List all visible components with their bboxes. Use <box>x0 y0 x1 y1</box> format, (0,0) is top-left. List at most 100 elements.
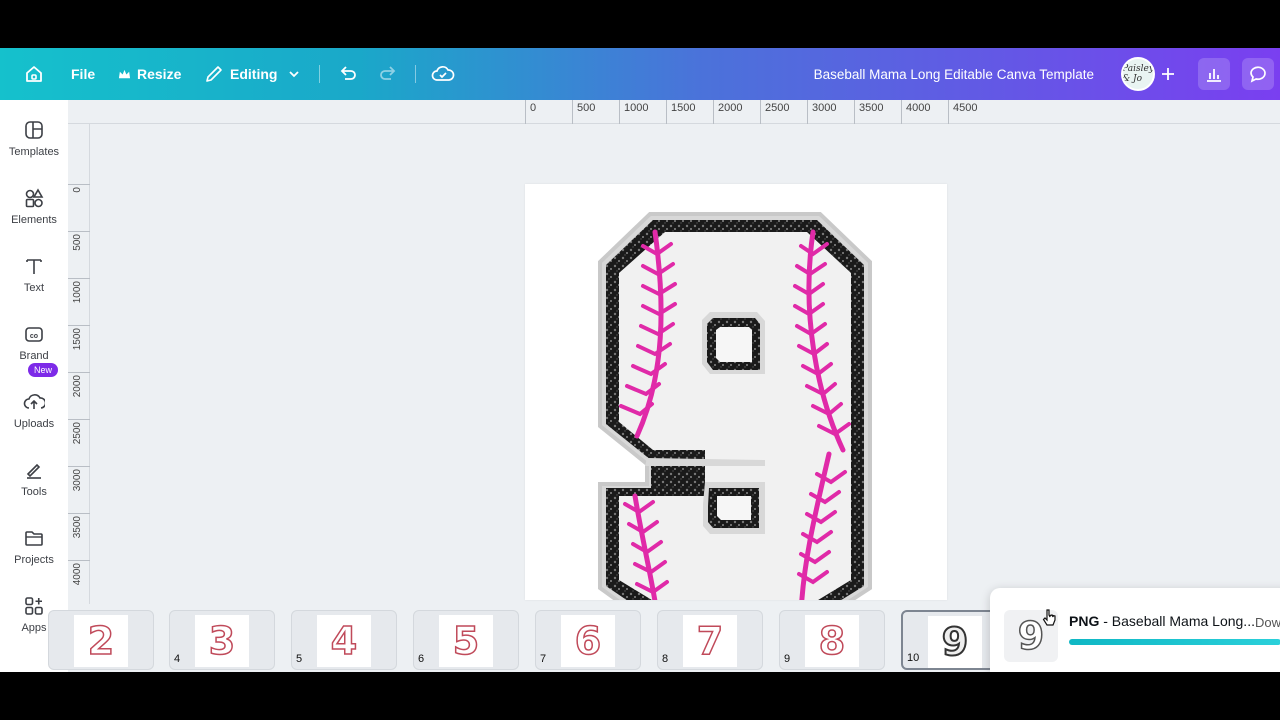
download-format: PNG <box>1069 613 1100 629</box>
ruler-tick: 3000 <box>807 100 836 124</box>
page-thumbnail[interactable]: 2 <box>48 610 154 670</box>
thumbnail-preview: 2 <box>74 615 128 667</box>
mouse-cursor-icon <box>1042 609 1056 626</box>
elements-icon <box>25 188 44 208</box>
vertical-ruler: 0 500 1000 1500 2000 2500 3000 3500 4000 <box>68 124 90 604</box>
page-number: 4 <box>174 653 181 665</box>
ruler-tick: 4000 <box>68 560 90 585</box>
download-thumbnail-digit: 9 <box>1017 613 1045 659</box>
canva-editor: File Resize Editing Baseball Mama Long E… <box>0 48 1280 672</box>
thumbnail-digit: 9 <box>941 620 969 664</box>
brand-icon: co <box>25 327 43 342</box>
avatar-text: Paisley & Jo <box>1122 64 1154 84</box>
design-page[interactable] <box>525 184 947 600</box>
insights-button[interactable] <box>1198 58 1230 90</box>
sidebar-item-tools[interactable]: Tools <box>0 460 68 520</box>
page-thumbnail[interactable]: 5 6 <box>413 610 519 670</box>
bar-chart-icon <box>1207 69 1221 82</box>
page-number: 5 <box>296 653 303 665</box>
resize-button[interactable]: Resize <box>118 48 181 100</box>
undo-button[interactable] <box>337 48 359 100</box>
ruler-tick: 500 <box>572 100 595 124</box>
sidebar-item-uploads[interactable]: Uploads <box>0 392 68 452</box>
page-thumbnail[interactable]: 6 7 <box>535 610 641 670</box>
sidebar-item-projects[interactable]: Projects <box>0 528 68 588</box>
ruler-tick: 3500 <box>68 513 90 538</box>
toolbar-divider <box>415 65 416 83</box>
download-filename: - Baseball Mama Long... <box>1099 613 1255 629</box>
thumbnail-preview: 8 <box>805 615 859 667</box>
ruler-tick: 500 <box>68 231 90 251</box>
ruler-tick: 1000 <box>619 100 648 124</box>
page-number: 9 <box>784 653 791 665</box>
cloud-check-icon <box>431 66 455 81</box>
ruler-tick: 2000 <box>68 372 90 397</box>
resize-label: Resize <box>137 66 182 82</box>
baseball-number-nine-graphic[interactable] <box>525 184 947 600</box>
comment-icon <box>1250 66 1266 83</box>
sidebar-item-brand[interactable]: co Brand <box>0 324 68 384</box>
thumbnail-digit: 7 <box>696 619 724 663</box>
sidebar-item-label: Elements <box>11 214 57 226</box>
horizontal-ruler: 0 500 1000 1500 2000 2500 3000 3500 4000… <box>68 100 1280 124</box>
thumbnail-digit: 8 <box>818 619 846 663</box>
page-thumbnail[interactable]: 7 8 <box>657 610 763 670</box>
sidebar-item-label: Uploads <box>13 418 55 430</box>
page-number: 10 <box>907 652 920 664</box>
download-progress-bar <box>1069 639 1280 645</box>
save-status-button[interactable] <box>431 48 455 100</box>
svg-text:co: co <box>30 333 38 340</box>
uploads-icon <box>23 394 45 409</box>
apps-icon <box>25 597 43 615</box>
thumbnail-preview: 6 <box>561 615 615 667</box>
chevron-down-icon <box>289 71 300 78</box>
sidebar-item-label: Brand <box>19 350 49 362</box>
thumbnail-digit: 6 <box>574 619 602 663</box>
ruler-tick: 1500 <box>666 100 695 124</box>
page-number: 6 <box>418 653 425 665</box>
sidebar-item-elements[interactable]: Elements <box>0 188 68 248</box>
plus-icon <box>1162 68 1174 80</box>
sidebar-item-label: Tools <box>21 486 47 498</box>
redo-icon <box>380 66 396 80</box>
avatar[interactable]: Paisley & Jo <box>1121 57 1155 91</box>
sidebar-item-label: Apps <box>21 622 47 634</box>
download-progress-fill <box>1069 639 1280 645</box>
file-label: File <box>71 66 96 82</box>
download-title: PNG - Baseball Mama Long... <box>1069 613 1255 629</box>
file-menu[interactable]: File <box>71 48 95 100</box>
page-thumbnail[interactable]: 8 9 <box>779 610 885 670</box>
page-thumbnail[interactable]: 3 4 <box>169 610 275 670</box>
download-toast: 9 PNG - Baseball Mama Long... Dow <box>990 588 1280 672</box>
thumbnail-digit: 2 <box>87 619 115 663</box>
editing-dropdown[interactable]: Editing <box>204 48 301 100</box>
thumbnail-preview: 7 <box>683 615 737 667</box>
sidebar-item-text[interactable]: Text <box>0 256 68 316</box>
comments-button[interactable] <box>1242 58 1274 90</box>
add-collaborator-button[interactable] <box>1152 58 1184 90</box>
sidebar-item-templates[interactable]: Templates <box>0 120 68 180</box>
ruler-tick: 3500 <box>854 100 883 124</box>
thumbnail-digit: 5 <box>452 619 480 663</box>
sidebar-item-label: Text <box>23 282 45 294</box>
redo-button[interactable] <box>377 48 399 100</box>
ruler-tick: 1000 <box>68 278 90 303</box>
download-action[interactable]: Dow <box>1255 615 1280 630</box>
ruler-tick: 0 <box>68 184 90 193</box>
thumbnail-preview: 3 <box>195 615 249 667</box>
editing-label: Editing <box>230 66 278 82</box>
page-thumbnail[interactable]: 4 5 <box>291 610 397 670</box>
sidebar-item-label: Templates <box>8 146 60 158</box>
toolbar-divider <box>319 65 320 83</box>
home-button[interactable] <box>24 48 44 100</box>
undo-icon <box>340 66 356 80</box>
ruler-tick: 3000 <box>68 466 90 491</box>
left-sidebar: Templates Elements Text New co Brand Upl… <box>0 100 68 672</box>
ruler-tick: 2500 <box>68 419 90 444</box>
document-title[interactable]: Baseball Mama Long Editable Canva Templa… <box>814 48 1094 100</box>
page-number: 8 <box>662 653 669 665</box>
thumbnail-digit: 3 <box>208 619 236 663</box>
templates-icon <box>25 121 43 139</box>
thumbnail-digit: 4 <box>330 619 358 663</box>
sidebar-item-label: Projects <box>14 554 54 566</box>
